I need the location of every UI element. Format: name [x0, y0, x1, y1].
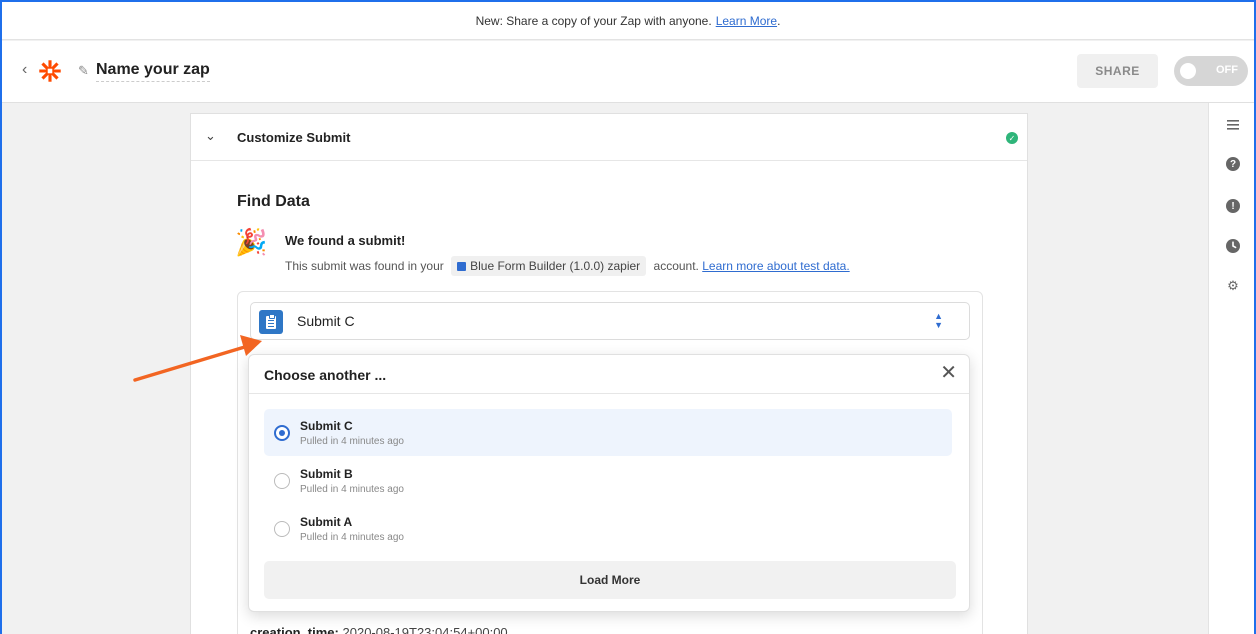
announcement-banner: New: Share a copy of your Zap with anyon…: [2, 2, 1254, 40]
option-name: Submit A: [300, 515, 353, 529]
pencil-icon: ✎: [78, 63, 89, 78]
option-subtitle: Pulled in 4 minutes ago: [300, 532, 404, 543]
option-subtitle: Pulled in 4 minutes ago: [300, 436, 404, 447]
section-title: Find Data: [237, 193, 310, 210]
clipboard-icon: [259, 310, 283, 334]
record-option[interactable]: Submit B Pulled in 4 minutes ago: [264, 457, 952, 504]
record-field: creation_time: 2020-08-19T23:04:54+00:00: [250, 625, 508, 634]
zap-name-field[interactable]: Name your zap: [96, 61, 210, 82]
dropdown-title: Choose another ...: [264, 367, 387, 383]
account-chip: Blue Form Builder (1.0.0) zapier: [451, 256, 647, 276]
check-circle-icon: ✓: [1006, 132, 1018, 144]
app-square-icon: [457, 262, 467, 271]
party-popper-icon: 🎉: [235, 227, 268, 257]
record-option[interactable]: Submit C Pulled in 4 minutes ago: [264, 409, 952, 456]
settings-icon[interactable]: ⚙: [1225, 278, 1241, 294]
field-key: creation_time:: [250, 625, 339, 634]
account-name: Blue Form Builder (1.0.0) zapier: [470, 259, 641, 273]
selected-record-label: Submit C: [297, 313, 355, 329]
alert-icon[interactable]: !: [1225, 198, 1241, 214]
dropdown-header: Choose another ... ✕: [249, 355, 969, 394]
toggle-knob: [1180, 63, 1196, 79]
found-suffix: account.: [653, 259, 699, 273]
app-frame: New: Share a copy of your Zap with anyon…: [0, 0, 1256, 634]
step-header[interactable]: ⌄ Customize Submit ✓: [191, 114, 1027, 161]
record-selector[interactable]: Submit C ▲ ▼: [250, 302, 970, 340]
found-prefix: This submit was found in your: [285, 259, 444, 273]
learn-more-link[interactable]: Learn More: [716, 14, 777, 28]
step-title: Customize Submit: [237, 130, 351, 145]
record-option[interactable]: Submit A Pulled in 4 minutes ago: [264, 505, 952, 552]
up-down-chevron-icon: ▲ ▼: [934, 311, 943, 330]
toggle-label: OFF: [1216, 64, 1238, 76]
banner-text: New: Share a copy of your Zap with anyon…: [475, 13, 712, 28]
chevron-left-icon[interactable]: ‹: [22, 61, 27, 79]
outline-icon[interactable]: [1225, 117, 1241, 133]
choose-record-dropdown: Choose another ... ✕ Submit C Pulled in …: [248, 354, 970, 612]
option-name: Submit C: [300, 419, 353, 433]
option-name: Submit B: [300, 467, 353, 481]
chevron-down-icon[interactable]: ⌄: [205, 128, 216, 144]
help-icon[interactable]: ?: [1225, 156, 1241, 172]
field-value: 2020-08-19T23:04:54+00:00: [342, 625, 508, 634]
close-icon[interactable]: ✕: [940, 363, 957, 383]
radio-selected-icon[interactable]: [274, 425, 290, 441]
radio-icon[interactable]: [274, 521, 290, 537]
zapier-logo-icon[interactable]: [39, 60, 61, 82]
history-icon[interactable]: [1225, 238, 1241, 254]
banner-trail: .: [777, 13, 781, 28]
radio-icon[interactable]: [274, 473, 290, 489]
option-subtitle: Pulled in 4 minutes ago: [300, 484, 404, 495]
load-more-button[interactable]: Load More: [264, 561, 956, 599]
zap-on-off-toggle[interactable]: OFF: [1174, 56, 1248, 86]
found-title: We found a submit!: [285, 233, 406, 248]
learn-test-data-link[interactable]: Learn more about test data.: [702, 259, 849, 273]
share-button[interactable]: SHARE: [1077, 54, 1158, 88]
found-description: This submit was found in your Blue Form …: [285, 256, 850, 276]
right-sidebar: ? ! ⚙: [1208, 103, 1254, 634]
editor-header: ‹ ✎ Name your zap SHARE OFF: [2, 41, 1254, 103]
